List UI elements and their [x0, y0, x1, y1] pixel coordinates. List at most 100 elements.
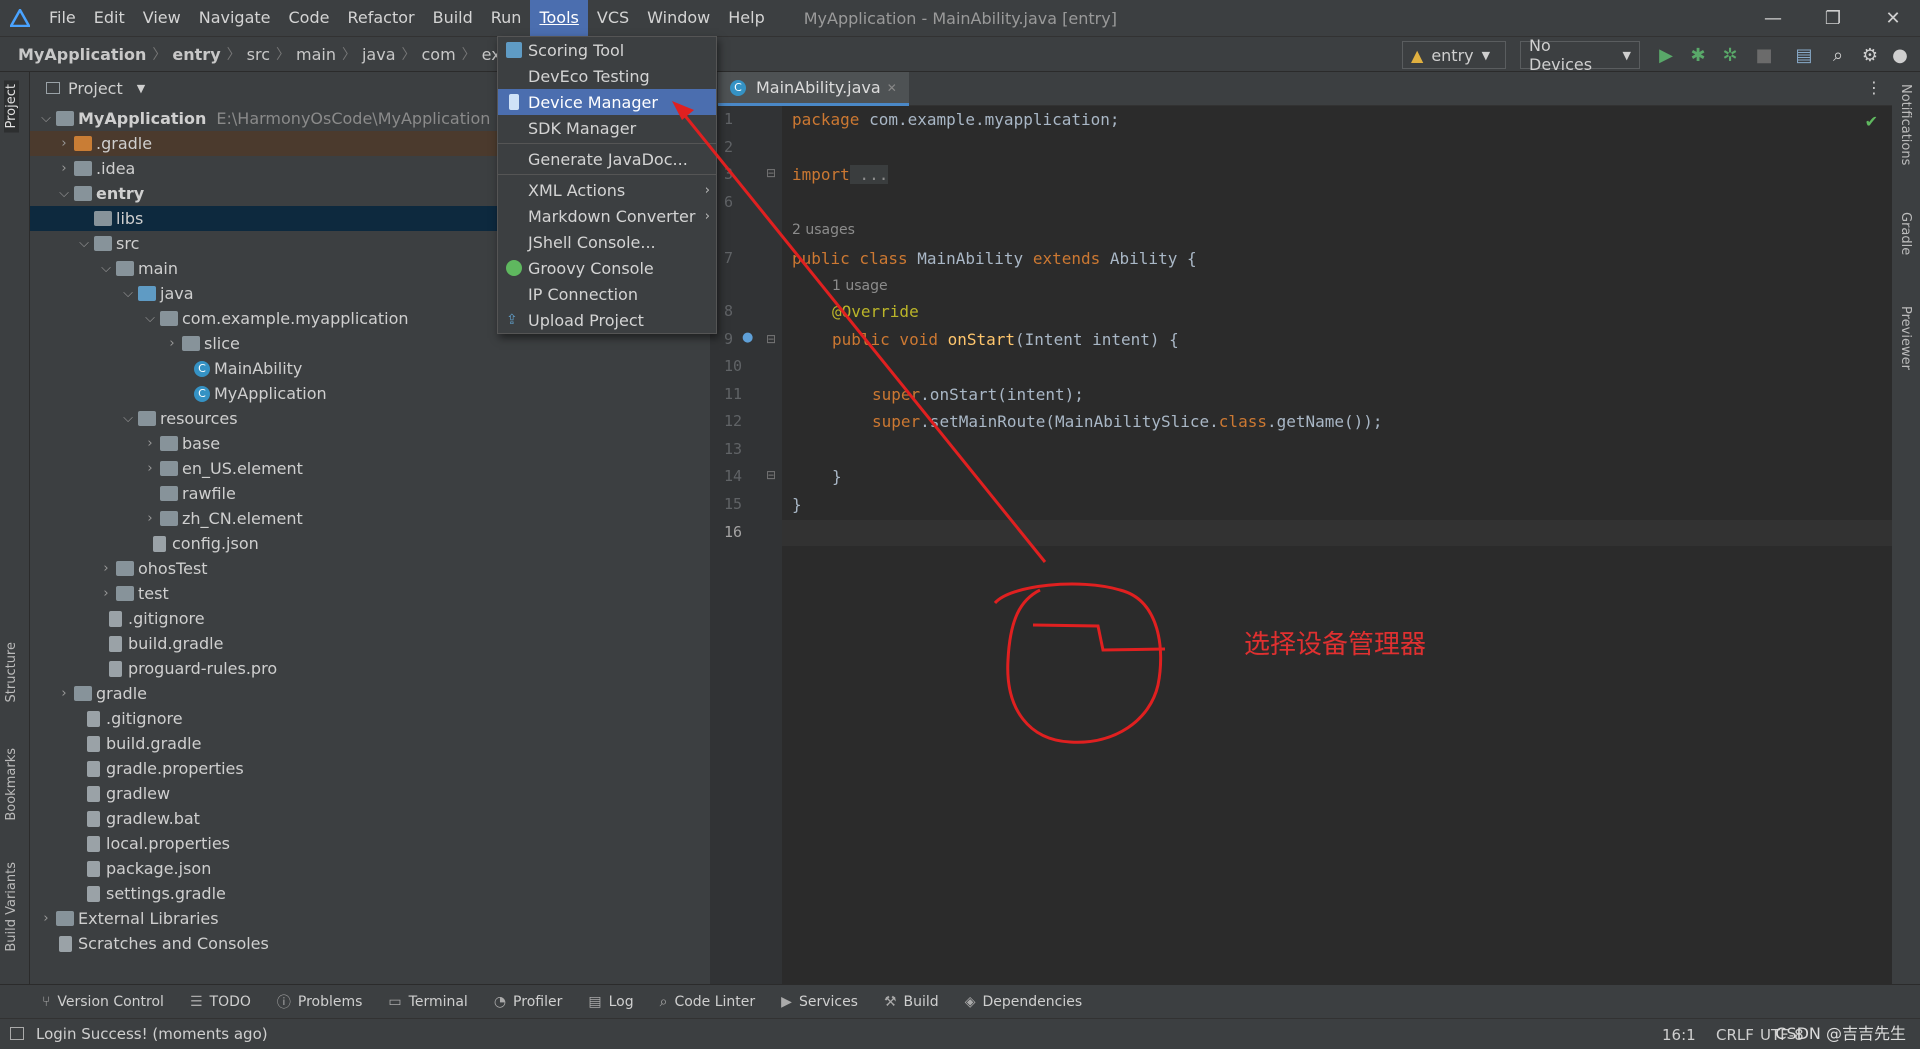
search-icon[interactable]: ⌕	[1826, 43, 1850, 67]
collapse-arrow-icon[interactable]: ›	[36, 911, 56, 926]
debug-icon[interactable]: ✱	[1686, 43, 1710, 67]
tree-item-test[interactable]: › test	[30, 581, 710, 606]
usages-hint[interactable]: 2 usages	[792, 222, 855, 238]
tree-item-gradle[interactable]: › gradle	[30, 681, 710, 706]
breadcrumb-entry[interactable]: entry	[166, 45, 226, 64]
tree-item-en-us[interactable]: › en_US.element	[30, 456, 710, 481]
menu-build[interactable]: Build	[424, 0, 482, 36]
fold-marker-icon[interactable]: ⊟	[766, 166, 776, 180]
menu-item-groovy-console[interactable]: Groovy Console	[498, 255, 716, 281]
tool-dependencies[interactable]: ◈ Dependencies	[965, 994, 1082, 1010]
status-message[interactable]: Login Success! (moments ago)	[36, 1025, 268, 1043]
line-separator[interactable]: CRLF	[1716, 1026, 1754, 1044]
menu-item-generate-javadoc[interactable]: Generate JavaDoc...	[498, 146, 716, 172]
menu-item-device-manager[interactable]: Device Manager	[498, 89, 716, 115]
close-tab-icon[interactable]: ✕	[887, 81, 897, 95]
menu-item-jshell-console[interactable]: JShell Console...	[498, 229, 716, 255]
tree-item-root-gitignore[interactable]: .gitignore	[30, 706, 710, 731]
expand-arrow-icon[interactable]: ⌵	[96, 261, 116, 276]
build-variants-tool-tab[interactable]: Build Variants	[4, 862, 19, 952]
caret-position[interactable]: 16:1	[1662, 1026, 1696, 1044]
stop-icon[interactable]: ■	[1752, 43, 1776, 67]
tree-item-package-json[interactable]: package.json	[30, 856, 710, 881]
breadcrumb-project[interactable]: MyApplication	[12, 45, 152, 64]
project-structure-icon[interactable]: ▤	[1792, 43, 1816, 67]
tab-mainability-java[interactable]: C MainAbility.java ✕	[718, 72, 909, 106]
fold-marker-icon[interactable]: ⊟	[766, 332, 776, 346]
tool-services[interactable]: ▶ Services	[781, 994, 858, 1010]
settings-gear-icon[interactable]: ⚙	[1858, 43, 1882, 67]
tree-item-mainability[interactable]: C MainAbility	[30, 356, 710, 381]
tree-item-scratches[interactable]: Scratches and Consoles	[30, 931, 710, 956]
tool-build[interactable]: ⚒ Build	[884, 994, 939, 1010]
toggle-tool-windows-icon[interactable]	[10, 1027, 24, 1040]
menu-run[interactable]: Run	[482, 0, 531, 36]
collapse-arrow-icon[interactable]: ›	[54, 161, 74, 176]
menu-help[interactable]: Help	[719, 0, 773, 36]
tool-version-control[interactable]: ⑂ Version Control	[42, 994, 164, 1010]
expand-arrow-icon[interactable]: ⌵	[54, 186, 74, 201]
menu-item-deveco-testing[interactable]: DevEco Testing	[498, 63, 716, 89]
tree-item-ohostest[interactable]: › ohosTest	[30, 556, 710, 581]
collapse-arrow-icon[interactable]: ›	[54, 686, 74, 701]
attach-debugger-icon[interactable]: ✲	[1718, 43, 1742, 67]
tree-item-root-build-gradle[interactable]: build.gradle	[30, 731, 710, 756]
close-icon[interactable]: ✕	[1863, 0, 1920, 36]
no-problems-check-icon[interactable]: ✔	[1865, 112, 1878, 131]
folded-imports[interactable]: ...	[849, 165, 889, 184]
account-icon[interactable]: ●	[1888, 43, 1912, 67]
tree-item-rawfile[interactable]: rawfile	[30, 481, 710, 506]
device-select[interactable]: No Devices ▼	[1520, 36, 1640, 74]
tree-item-resources[interactable]: ⌵ resources	[30, 406, 710, 431]
collapse-arrow-icon[interactable]: ›	[96, 561, 116, 576]
menu-item-ip-connection[interactable]: IP Connection	[498, 281, 716, 307]
run-icon[interactable]: ▶	[1654, 43, 1678, 67]
menu-tools[interactable]: Tools	[530, 0, 588, 36]
collapse-arrow-icon[interactable]: ›	[54, 136, 74, 151]
tree-item-settings-gradle[interactable]: settings.gradle	[30, 881, 710, 906]
gradle-tool-tab[interactable]: Gradle	[1898, 212, 1913, 255]
menu-item-sdk-manager[interactable]: SDK Manager	[498, 115, 716, 141]
tool-terminal[interactable]: ▭ Terminal	[388, 994, 467, 1010]
tree-item-config-json[interactable]: config.json	[30, 531, 710, 556]
override-marker-icon[interactable]: ●	[742, 330, 753, 345]
minimize-icon[interactable]: —	[1743, 0, 1803, 36]
collapse-arrow-icon[interactable]: ›	[140, 511, 160, 526]
code-editor[interactable]: ✔ package com.example.myapplication; imp…	[782, 106, 1892, 984]
breadcrumb-com[interactable]: com	[416, 45, 462, 64]
tree-item-external-libraries[interactable]: › External Libraries	[30, 906, 710, 931]
expand-arrow-icon[interactable]: ⌵	[118, 286, 138, 301]
menu-refactor[interactable]: Refactor	[338, 0, 423, 36]
tool-todo[interactable]: ☰ TODO	[190, 994, 251, 1010]
menu-item-markdown-converter[interactable]: Markdown Converter ›	[498, 203, 716, 229]
tree-item-proguard[interactable]: proguard-rules.pro	[30, 656, 710, 681]
restore-icon[interactable]: ❐	[1803, 0, 1863, 36]
menu-code[interactable]: Code	[280, 0, 339, 36]
structure-tool-tab[interactable]: Structure	[4, 642, 19, 702]
fold-marker-icon[interactable]: ⊟	[766, 468, 776, 482]
tree-item-gradlew-bat[interactable]: gradlew.bat	[30, 806, 710, 831]
collapse-arrow-icon[interactable]: ›	[140, 436, 160, 451]
menu-vcs[interactable]: VCS	[588, 0, 638, 36]
expand-arrow-icon[interactable]: ⌵	[74, 236, 94, 251]
notifications-tool-tab[interactable]: Notifications	[1898, 84, 1913, 165]
project-tool-tab[interactable]: Project	[4, 80, 19, 133]
tree-item-local-properties[interactable]: local.properties	[30, 831, 710, 856]
breadcrumb-main[interactable]: main	[290, 45, 342, 64]
tool-profiler[interactable]: ◔ Profiler	[494, 994, 563, 1010]
tree-item-zh-cn[interactable]: › zh_CN.element	[30, 506, 710, 531]
previewer-tool-tab[interactable]: Previewer	[1898, 306, 1913, 370]
menu-item-upload-project[interactable]: ⇪ Upload Project	[498, 307, 716, 333]
collapse-arrow-icon[interactable]: ›	[162, 336, 182, 351]
menu-navigate[interactable]: Navigate	[190, 0, 280, 36]
expand-arrow-icon[interactable]: ⌵	[118, 411, 138, 426]
menu-item-xml-actions[interactable]: XML Actions ›	[498, 177, 716, 203]
tool-log[interactable]: ▤ Log	[588, 994, 633, 1010]
tree-item-entry-gitignore[interactable]: .gitignore	[30, 606, 710, 631]
collapse-arrow-icon[interactable]: ›	[96, 586, 116, 601]
usage-hint[interactable]: 1 usage	[832, 278, 888, 294]
menu-item-scoring-tool[interactable]: Scoring Tool	[498, 37, 716, 63]
expand-arrow-icon[interactable]: ⌵	[140, 311, 160, 326]
more-options-icon[interactable]: ⋮	[1866, 78, 1882, 97]
run-config-select[interactable]: ▲ entry ▼	[1402, 41, 1506, 69]
